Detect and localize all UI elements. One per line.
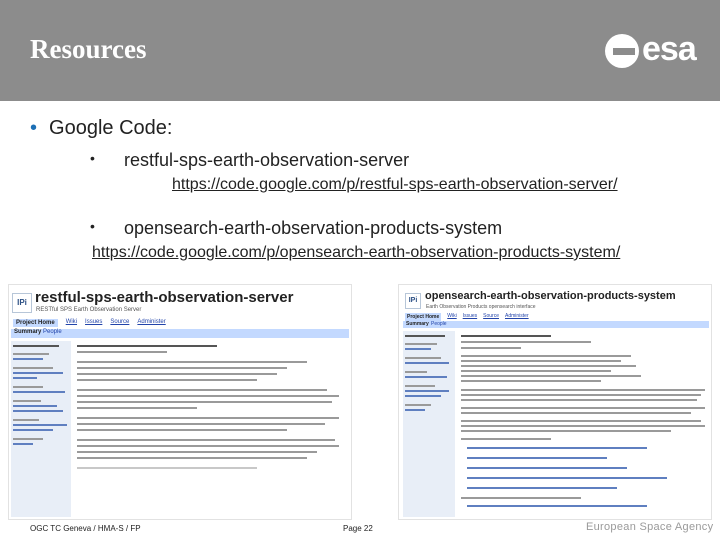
project-name-opensearch: opensearch-earth-observation-products-sy… [124,218,503,238]
esa-logo-text: esa [642,30,697,68]
bullet-google-code-label: Google Code: [49,117,173,139]
screenshot-tabs: Project Home Wiki Issues Source Administ… [405,313,529,321]
link-restful[interactable]: https://code.google.com/p/restful-sps-ea… [172,176,618,194]
tab-administer[interactable]: Administer [137,319,165,327]
esa-mark-icon [605,34,639,68]
project-logo-icon: IPi [12,293,32,313]
subtab-summary[interactable]: Summary [406,321,429,327]
screenshot-project-subtitle: RESTful SPS Earth Observation Server [36,307,142,313]
sub-bullet-dot-icon: • [90,218,95,234]
tab-wiki[interactable]: Wiki [447,313,456,321]
screenshot-project-subtitle: Earth Observation Products opensearch in… [426,304,536,310]
screenshot-opensearch-project-page: IPi opensearch-earth-observation-product… [398,284,712,520]
bullet-google-code: • Google Code: [30,117,172,140]
tab-issues[interactable]: Issues [463,313,477,321]
subtab-people[interactable]: People [431,321,447,327]
footer-meeting: OGC TC Geneva / HMA-S / FP [30,524,141,533]
screenshot-project-title: restful-sps-earth-observation-server [35,289,294,306]
tab-wiki[interactable]: Wiki [66,319,77,327]
sub-bullet-opensearch: • opensearch-earth-observation-products-… [90,218,503,239]
esa-logo: esa [605,30,705,68]
tab-project-home[interactable]: Project Home [13,319,58,327]
screenshot-project-title: opensearch-earth-observation-products-sy… [425,290,676,302]
subtab-people[interactable]: People [43,329,62,335]
screenshot-subtab-bar: Summary People [11,329,349,338]
footer-agency: European Space Agency [586,521,714,533]
slide-title: Resources [30,34,147,64]
header-bar: Resources esa [0,0,720,101]
sub-bullet-dot-icon: • [90,150,95,166]
footer-page-number: Page 22 [343,524,373,533]
tab-administer[interactable]: Administer [505,313,529,321]
screenshot-restful-project-page: IPi restful-sps-earth-observation-server… [8,284,352,520]
screenshot-tabs: Project Home Wiki Issues Source Administ… [13,319,166,327]
tab-source[interactable]: Source [483,313,499,321]
project-logo-icon: IPi [405,293,421,309]
link-opensearch[interactable]: https://code.google.com/p/opensearch-ear… [92,244,620,262]
tab-project-home[interactable]: Project Home [405,313,442,321]
tab-source[interactable]: Source [110,319,129,327]
sub-bullet-restful: • restful-sps-earth-observation-server [90,150,410,171]
subtab-summary[interactable]: Summary [14,329,41,335]
tab-issues[interactable]: Issues [85,319,102,327]
project-name-restful: restful-sps-earth-observation-server [124,150,410,170]
screenshot-subtab-bar: Summary People [403,321,709,328]
bullet-dot-icon: • [30,117,38,139]
